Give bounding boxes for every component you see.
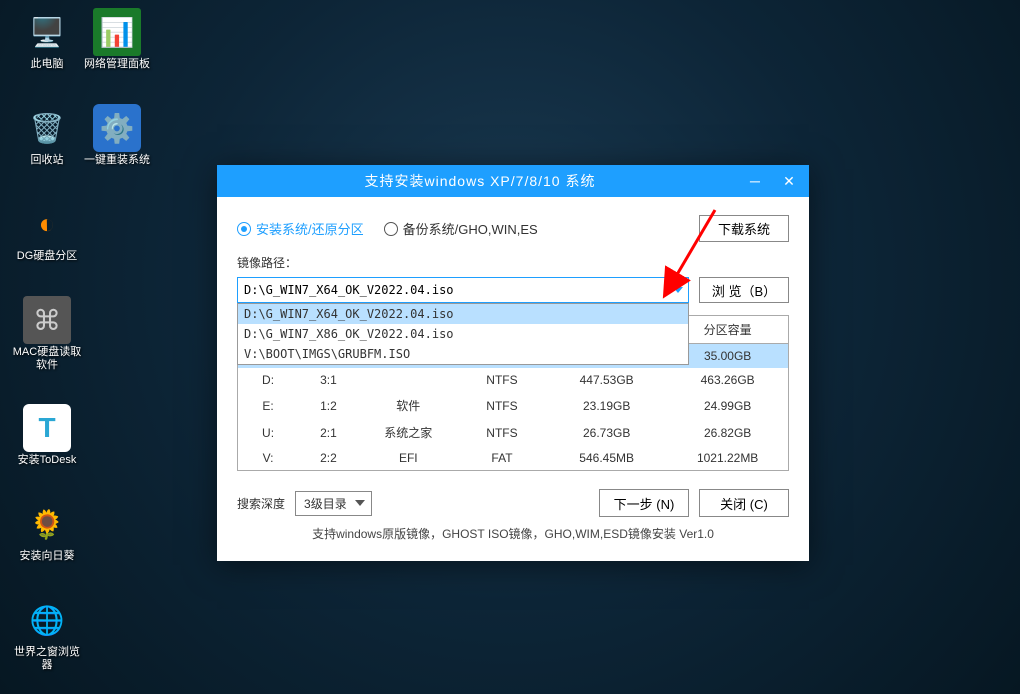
depth-value: 3级目录 xyxy=(304,497,347,511)
cell-free: 546.45MB xyxy=(546,446,667,471)
dropdown-option[interactable]: V:\BOOT\IMGS\GRUBFM.ISO xyxy=(238,344,688,364)
titlebar[interactable]: 支持安装windows XP/7/8/10 系统 ─ ✕ xyxy=(217,165,809,197)
cell-idx: 1:2 xyxy=(298,392,359,419)
cell-label: 系统之家 xyxy=(359,419,458,446)
icon-label: 网络管理面板 xyxy=(82,58,152,71)
todesk-icon: T xyxy=(23,404,71,452)
globe-icon: 🌐 xyxy=(23,596,71,644)
desktop-icon-todesk[interactable]: T 安装ToDesk xyxy=(12,404,82,467)
desktop-icon-this-pc[interactable]: 🖥️ 此电脑 xyxy=(12,8,82,71)
cell-label: 软件 xyxy=(359,392,458,419)
icon-label: 一键重装系统 xyxy=(82,154,152,167)
path-dropdown: D:\G_WIN7_X64_OK_V2022.04.iso D:\G_WIN7_… xyxy=(237,303,689,365)
icon-label: 世界之窗浏览器 xyxy=(12,646,82,672)
cell-label xyxy=(359,368,458,392)
path-input[interactable] xyxy=(237,277,689,303)
desktop-icon-sunflower[interactable]: 🌻 安装向日葵 xyxy=(12,500,82,563)
table-row[interactable]: V: 2:2 EFI FAT 546.45MB 1021.22MB xyxy=(238,446,789,471)
icon-label: MAC硬盘读取软件 xyxy=(12,346,82,372)
cell-free: 23.19GB xyxy=(546,392,667,419)
monitor-icon: 🖥️ xyxy=(23,8,71,56)
cell-drive: U: xyxy=(238,419,299,446)
radio-icon xyxy=(237,222,251,236)
cell-idx: 3:1 xyxy=(298,368,359,392)
window-content: 安装系统/还原分区 备份系统/GHO,WIN,ES 下载系统 镜像路径： D:\… xyxy=(217,197,809,561)
cell-total: 463.26GB xyxy=(667,368,788,392)
window-controls: ─ ✕ xyxy=(743,169,801,193)
cell-fs: FAT xyxy=(458,446,546,471)
next-button[interactable]: 下一步 (N) xyxy=(599,489,689,517)
desktop-icon-mac[interactable]: ⌘ MAC硬盘读取软件 xyxy=(12,296,82,372)
bottom-row: 搜索深度 3级目录 下一步 (N) 关闭 (C) xyxy=(237,489,789,517)
dropdown-option[interactable]: D:\G_WIN7_X64_OK_V2022.04.iso xyxy=(238,304,688,324)
icon-label: 安装向日葵 xyxy=(12,550,82,563)
desktop-icon-world[interactable]: 🌐 世界之窗浏览器 xyxy=(12,596,82,672)
icon-label: 安装ToDesk xyxy=(12,454,82,467)
table-row[interactable]: D: 3:1 NTFS 447.53GB 463.26GB xyxy=(238,368,789,392)
table-row[interactable]: E: 1:2 软件 NTFS 23.19GB 24.99GB xyxy=(238,392,789,419)
close-button[interactable]: ✕ xyxy=(777,169,801,193)
minimize-button[interactable]: ─ xyxy=(743,169,767,193)
mac-icon: ⌘ xyxy=(23,296,71,344)
path-combobox[interactable]: D:\G_WIN7_X64_OK_V2022.04.iso D:\G_WIN7_… xyxy=(237,277,689,303)
radio-label: 安装系统/还原分区 xyxy=(256,219,364,238)
desktop-icon-recycle[interactable]: 🗑️ 回收站 xyxy=(12,104,82,167)
radio-install[interactable]: 安装系统/还原分区 xyxy=(237,219,364,238)
cell-idx: 2:1 xyxy=(298,419,359,446)
installer-window: 支持安装windows XP/7/8/10 系统 ─ ✕ 安装系统/还原分区 备… xyxy=(217,165,809,561)
cell-total: 24.99GB xyxy=(667,392,788,419)
icon-label: 此电脑 xyxy=(12,58,82,71)
radio-icon xyxy=(384,222,398,236)
path-row: D:\G_WIN7_X64_OK_V2022.04.iso D:\G_WIN7_… xyxy=(237,277,789,303)
disk-icon: ◐ xyxy=(23,200,71,248)
cell-free: 26.73GB xyxy=(546,419,667,446)
footer-text: 支持windows原版镜像，GHOST ISO镜像，GHO,WIM,ESD镜像安… xyxy=(237,525,789,550)
browse-button[interactable]: 浏 览（B） xyxy=(699,277,789,303)
cell-free: 447.53GB xyxy=(546,368,667,392)
search-depth-label: 搜索深度 xyxy=(237,495,285,512)
mode-row: 安装系统/还原分区 备份系统/GHO,WIN,ES 下载系统 xyxy=(237,215,789,242)
cell-drive: D: xyxy=(238,368,299,392)
chevron-down-icon[interactable] xyxy=(673,287,683,293)
download-button[interactable]: 下载系统 xyxy=(699,215,789,242)
depth-select[interactable]: 3级目录 xyxy=(295,491,372,516)
cell-fs: NTFS xyxy=(458,368,546,392)
dropdown-option[interactable]: D:\G_WIN7_X86_OK_V2022.04.iso xyxy=(238,324,688,344)
cell-total: 1021.22MB xyxy=(667,446,788,471)
window-title: 支持安装windows XP/7/8/10 系统 xyxy=(217,171,743,191)
path-label: 镜像路径： xyxy=(237,254,789,271)
sunflower-icon: 🌻 xyxy=(23,500,71,548)
icon-label: DG硬盘分区 xyxy=(12,250,82,263)
icon-label: 回收站 xyxy=(12,154,82,167)
cell-drive: E: xyxy=(238,392,299,419)
chevron-down-icon xyxy=(355,500,365,506)
cell-fs: NTFS xyxy=(458,392,546,419)
desktop-icon-netpanel[interactable]: 📊 网络管理面板 xyxy=(82,8,152,71)
radio-backup[interactable]: 备份系统/GHO,WIN,ES xyxy=(384,219,538,238)
cell-label: EFI xyxy=(359,446,458,471)
gear-icon: ⚙️ xyxy=(93,104,141,152)
dashboard-icon: 📊 xyxy=(93,8,141,56)
radio-label: 备份系统/GHO,WIN,ES xyxy=(403,219,538,238)
recycle-bin-icon: 🗑️ xyxy=(23,104,71,152)
cell-drive: V: xyxy=(238,446,299,471)
table-row[interactable]: U: 2:1 系统之家 NTFS 26.73GB 26.82GB xyxy=(238,419,789,446)
close-action-button[interactable]: 关闭 (C) xyxy=(699,489,789,517)
cell-idx: 2:2 xyxy=(298,446,359,471)
desktop-icon-dg[interactable]: ◐ DG硬盘分区 xyxy=(12,200,82,263)
cell-total: 26.82GB xyxy=(667,419,788,446)
cell-fs: NTFS xyxy=(458,419,546,446)
desktop-icon-reinstall[interactable]: ⚙️ 一键重装系统 xyxy=(82,104,152,167)
